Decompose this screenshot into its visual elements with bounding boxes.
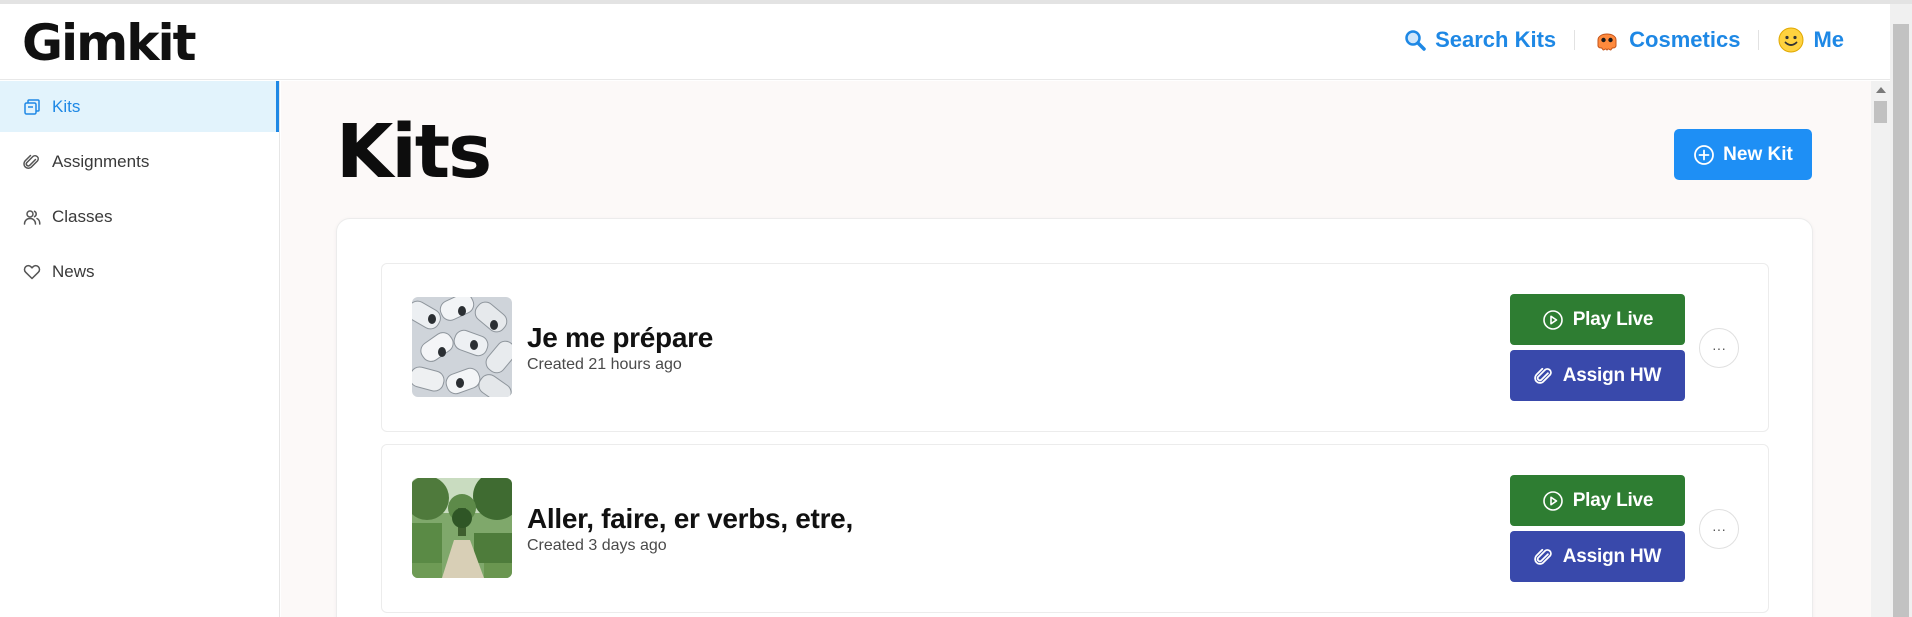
gimkit-logo[interactable]: Gimkit xyxy=(22,14,197,72)
more-options-button[interactable]: ··· xyxy=(1699,509,1739,549)
main-scrollbar[interactable] xyxy=(1871,81,1890,617)
paperclip-icon xyxy=(22,152,42,172)
more-options-button[interactable]: ··· xyxy=(1699,328,1739,368)
nav-search-kits-label: Search Kits xyxy=(1435,27,1557,52)
nav-me[interactable]: Me xyxy=(1759,26,1862,54)
play-live-label: Play Live xyxy=(1572,308,1654,330)
sidebar-item-assignments[interactable]: Assignments xyxy=(0,136,279,187)
window-scrollbar-thumb[interactable] xyxy=(1893,24,1909,617)
main-content: Kits New Kit Je me prépare Created 21 ho… xyxy=(281,81,1871,617)
kit-thumbnail xyxy=(412,297,512,397)
ellipsis-icon: ··· xyxy=(1712,521,1726,537)
assign-hw-label: Assign HW xyxy=(1562,364,1662,386)
kit-row[interactable]: Aller, faire, er verbs, etre, Created 3 … xyxy=(381,444,1769,613)
page-title: Kits xyxy=(336,109,492,195)
paperclip-icon xyxy=(1533,366,1554,386)
sidebar-item-kits[interactable]: Kits xyxy=(0,81,279,132)
kit-created-date: Created 21 hours ago xyxy=(527,356,682,373)
play-circle-icon xyxy=(1542,490,1564,512)
kits-icon xyxy=(22,97,42,117)
play-live-label: Play Live xyxy=(1572,489,1654,511)
window-scrollbar[interactable] xyxy=(1890,4,1912,617)
people-icon xyxy=(22,207,42,227)
smiley-face-icon xyxy=(1777,26,1805,54)
play-circle-icon xyxy=(1542,309,1564,331)
sidebar: Kits Assignments Classes News xyxy=(0,81,280,617)
kit-row[interactable]: Je me prépare Created 21 hours ago Play … xyxy=(381,263,1769,432)
new-kit-label: New Kit xyxy=(1723,143,1793,165)
sidebar-item-label: Assignments xyxy=(52,151,150,171)
kit-title[interactable]: Je me prépare xyxy=(527,322,713,354)
assign-hw-button[interactable]: Assign HW xyxy=(1510,350,1685,401)
sidebar-item-label: Kits xyxy=(52,96,81,116)
kit-title[interactable]: Aller, faire, er verbs, etre, xyxy=(527,503,853,535)
nav-cosmetics[interactable]: Cosmetics xyxy=(1575,26,1758,54)
sidebar-item-classes[interactable]: Classes xyxy=(0,191,279,242)
kit-created-date: Created 3 days ago xyxy=(527,537,667,554)
nav-me-label: Me xyxy=(1813,27,1844,52)
kit-thumbnail xyxy=(412,478,512,578)
play-live-button[interactable]: Play Live xyxy=(1510,294,1685,345)
new-kit-button[interactable]: New Kit xyxy=(1674,129,1812,180)
ellipsis-icon: ··· xyxy=(1712,340,1726,356)
nav-search-kits[interactable]: Search Kits xyxy=(1385,27,1574,53)
assign-hw-button[interactable]: Assign HW xyxy=(1510,531,1685,582)
magnifier-icon xyxy=(1403,28,1427,52)
play-live-button[interactable]: Play Live xyxy=(1510,475,1685,526)
top-header: Gimkit Search Kits Cosmetics Me xyxy=(0,4,1890,80)
plus-circle-icon xyxy=(1693,144,1715,166)
heart-icon xyxy=(22,262,42,282)
scrollbar-thumb[interactable] xyxy=(1874,101,1887,123)
scroll-up-arrow-icon[interactable] xyxy=(1876,87,1886,93)
paperclip-icon xyxy=(1533,547,1554,567)
top-nav: Search Kits Cosmetics Me xyxy=(1385,26,1862,54)
nav-cosmetics-label: Cosmetics xyxy=(1629,27,1741,52)
kits-list-card: Je me prépare Created 21 hours ago Play … xyxy=(336,218,1813,617)
octopus-icon xyxy=(1593,26,1621,54)
assign-hw-label: Assign HW xyxy=(1562,545,1662,567)
sidebar-item-label: Classes xyxy=(52,206,113,226)
sidebar-item-news[interactable]: News xyxy=(0,246,279,297)
sidebar-item-label: News xyxy=(52,261,95,281)
